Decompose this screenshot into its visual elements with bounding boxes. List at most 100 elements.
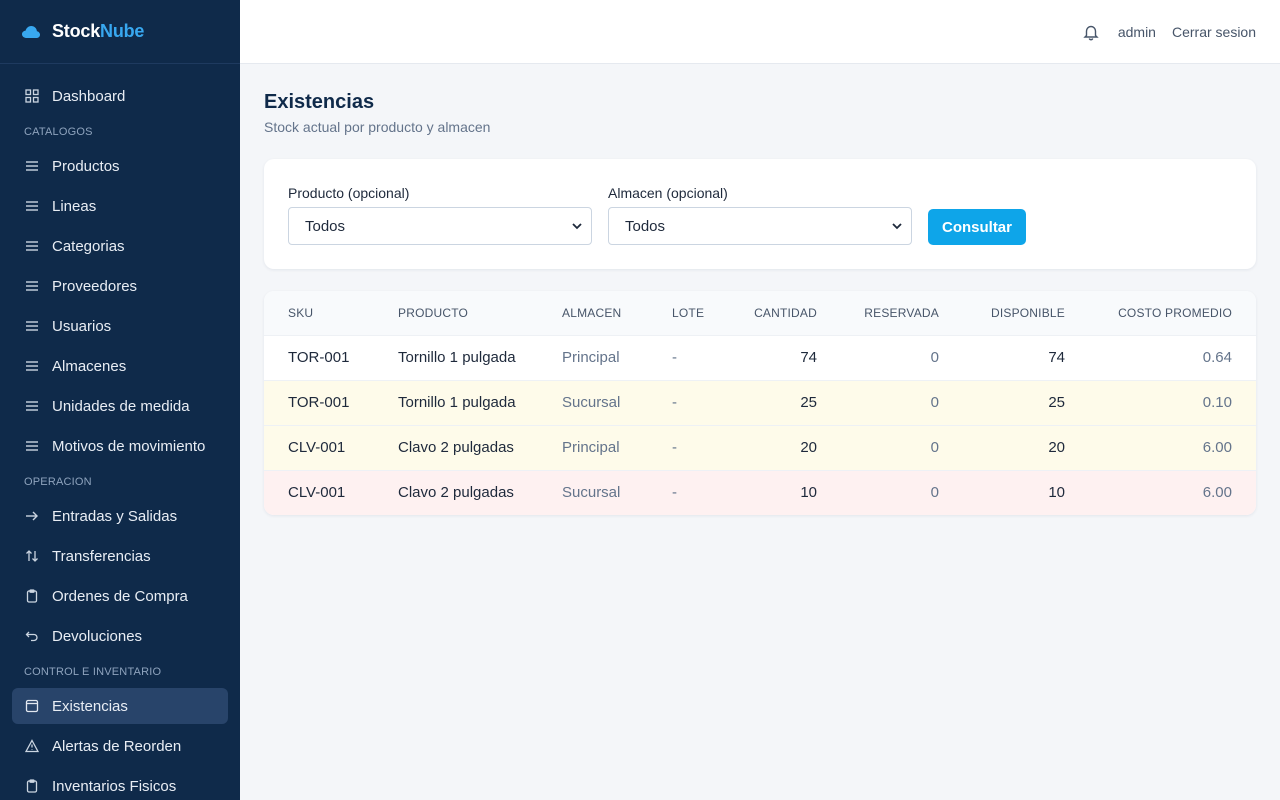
col-header-lote[interactable]: LOTE: [672, 291, 732, 335]
menu-lines-icon: [24, 398, 40, 414]
menu-lines-icon: [24, 158, 40, 174]
cell-reservada: 0: [817, 424, 939, 470]
cell-lote: -: [672, 469, 732, 515]
menu-lines-icon: [24, 318, 40, 334]
sidebar-item-usuarios[interactable]: Usuarios: [12, 308, 228, 344]
filter-card: Producto (opcional) Todos Almacen (opcio…: [264, 159, 1256, 269]
table-row: TOR-001 Tornillo 1 pulgada Sucursal - 25…: [264, 379, 1256, 425]
stock-table-card: SKU PRODUCTO ALMACEN LOTE CANTIDAD RESER…: [264, 291, 1256, 515]
consultar-button[interactable]: Consultar: [928, 209, 1026, 245]
cell-sku: TOR-001: [264, 379, 398, 425]
cell-almacen: Principal: [562, 424, 672, 470]
cell-cantidad: 25: [732, 379, 817, 425]
cell-almacen: Principal: [562, 334, 672, 380]
sidebar-item-label: Categorias: [52, 237, 125, 255]
clipboard-icon: [24, 588, 40, 604]
col-header-disponible[interactable]: DISPONIBLE: [939, 291, 1065, 335]
cell-producto: Tornillo 1 pulgada: [398, 334, 562, 380]
user-name[interactable]: admin: [1118, 24, 1156, 40]
sidebar-item-label: Proveedores: [52, 277, 138, 295]
sidebar-item-ordenes[interactable]: Ordenes de Compra: [12, 578, 228, 614]
cell-cantidad: 74: [732, 334, 817, 380]
almacen-select[interactable]: Todos: [608, 207, 912, 245]
cell-costo: 0.64: [1065, 334, 1256, 380]
sidebar: StockNube Dashboard CATALOGOS Productos …: [0, 0, 240, 800]
producto-select[interactable]: Todos: [288, 207, 592, 245]
table-row: CLV-001 Clavo 2 pulgadas Principal - 20 …: [264, 424, 1256, 470]
sidebar-item-unidades[interactable]: Unidades de medida: [12, 388, 228, 424]
page-title: Existencias: [264, 91, 375, 113]
producto-select-value: Todos: [305, 217, 346, 235]
col-header-reservada[interactable]: RESERVADA: [817, 291, 939, 335]
table-row: CLV-001 Clavo 2 pulgadas Sucursal - 10 0…: [264, 469, 1256, 515]
menu-lines-icon: [24, 438, 40, 454]
sidebar-item-label: Inventarios Fisicos: [52, 777, 177, 795]
sidebar-nav: Dashboard CATALOGOS Productos Lineas Cat…: [0, 64, 240, 800]
col-header-sku[interactable]: SKU: [264, 291, 398, 335]
topbar: admin Cerrar sesion: [240, 0, 1280, 64]
cell-lote: -: [672, 424, 732, 470]
table-row: TOR-001 Tornillo 1 pulgada Principal - 7…: [264, 334, 1256, 380]
sidebar-item-proveedores[interactable]: Proveedores: [12, 268, 228, 304]
sidebar-item-productos[interactable]: Productos: [12, 148, 228, 184]
sidebar-item-label: Ordenes de Compra: [52, 587, 188, 605]
grid-icon: [24, 88, 40, 104]
sidebar-item-label: Lineas: [52, 197, 97, 215]
cell-reservada: 0: [817, 334, 939, 380]
sidebar-item-label: Devoluciones: [52, 627, 143, 645]
logout-link[interactable]: Cerrar sesion: [1172, 24, 1256, 40]
col-header-costo[interactable]: COSTO PROMEDIO: [1065, 291, 1256, 335]
almacen-select-value: Todos: [625, 217, 666, 235]
sidebar-item-label: Entradas y Salidas: [52, 507, 178, 525]
sidebar-item-label: Motivos de movimiento: [52, 437, 206, 455]
cell-almacen: Sucursal: [562, 469, 672, 515]
sidebar-item-lineas[interactable]: Lineas: [12, 188, 228, 224]
sidebar-item-devoluciones[interactable]: Devoluciones: [12, 618, 228, 654]
sidebar-item-inventarios[interactable]: Inventarios Fisicos: [12, 768, 228, 800]
arrow-right-icon: [24, 508, 40, 524]
sidebar-item-label: Usuarios: [52, 317, 112, 335]
sidebar-item-label: Dashboard: [52, 87, 126, 105]
cell-sku: CLV-001: [264, 469, 398, 515]
sidebar-item-label: Almacenes: [52, 357, 127, 375]
sidebar-item-label: Productos: [52, 157, 120, 175]
clipboard-icon: [24, 778, 40, 794]
sidebar-item-categorias[interactable]: Categorias: [12, 228, 228, 264]
col-header-producto[interactable]: PRODUCTO: [398, 291, 562, 335]
sidebar-item-alertas[interactable]: Alertas de Reorden: [12, 728, 228, 764]
cloud-logo-icon: [22, 25, 40, 38]
sidebar-item-transferencias[interactable]: Transferencias: [12, 538, 228, 574]
sidebar-item-motivos[interactable]: Motivos de movimiento: [12, 428, 228, 464]
cell-lote: -: [672, 334, 732, 380]
bell-icon[interactable]: [1082, 23, 1100, 41]
page-subtitle: Stock actual por producto y almacen: [264, 119, 491, 135]
section-operacion: OPERACION: [24, 476, 92, 488]
sidebar-item-label: Transferencias: [52, 547, 151, 565]
stock-table: SKU PRODUCTO ALMACEN LOTE CANTIDAD RESER…: [264, 291, 1256, 515]
col-header-cantidad[interactable]: CANTIDAD: [732, 291, 817, 335]
undo-icon: [24, 628, 40, 644]
col-header-almacen[interactable]: ALMACEN: [562, 291, 672, 335]
cell-almacen: Sucursal: [562, 379, 672, 425]
warning-triangle-icon: [24, 738, 40, 754]
cell-costo: 6.00: [1065, 469, 1256, 515]
sidebar-item-dashboard[interactable]: Dashboard: [12, 78, 228, 114]
section-control: CONTROL E INVENTARIO: [24, 666, 162, 678]
cell-costo: 6.00: [1065, 424, 1256, 470]
cell-disponible: 10: [939, 469, 1065, 515]
brand[interactable]: StockNube: [0, 0, 240, 64]
producto-label: Producto (opcional): [288, 185, 410, 201]
cell-lote: -: [672, 379, 732, 425]
menu-lines-icon: [24, 238, 40, 254]
sidebar-item-label: Alertas de Reorden: [52, 737, 182, 755]
sidebar-item-existencias[interactable]: Existencias: [12, 688, 228, 724]
cell-disponible: 25: [939, 379, 1065, 425]
menu-lines-icon: [24, 198, 40, 214]
cell-disponible: 74: [939, 334, 1065, 380]
menu-lines-icon: [24, 278, 40, 294]
sidebar-item-entradas[interactable]: Entradas y Salidas: [12, 498, 228, 534]
chevron-down-icon: [572, 223, 582, 230]
cell-reservada: 0: [817, 379, 939, 425]
sidebar-item-almacenes[interactable]: Almacenes: [12, 348, 228, 384]
almacen-label: Almacen (opcional): [608, 185, 728, 201]
